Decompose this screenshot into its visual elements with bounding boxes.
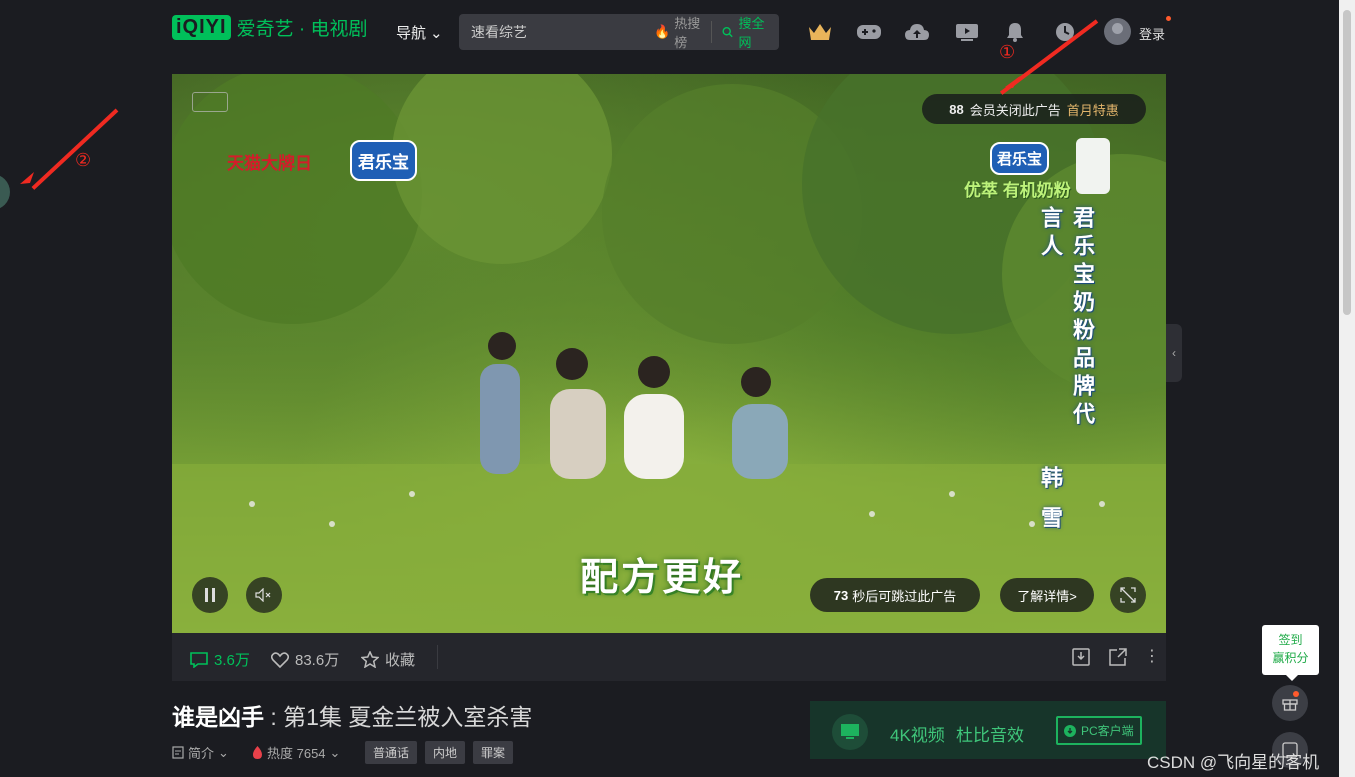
logo-mark: iQIYI [172,15,231,40]
annotation-arrowhead-2 [20,172,34,184]
video-action-bar: 3.6万 83.6万 收藏 ⋮ [172,633,1166,681]
hot-label: 热搜榜 [674,16,701,50]
nav-label: 导航 [396,25,427,42]
likes-count: 83.6万 [295,652,340,669]
episode-title: 谁是凶手 : 第1集 夏金兰被入室杀害 [172,698,532,732]
collect-label: 收藏 [385,652,416,669]
flame-icon: 🔥 [654,24,671,39]
chevron-down-icon: ⌄ [218,744,229,760]
mute-button[interactable] [246,577,282,613]
comments-count: 3.6万 [214,652,250,669]
promo-dolby: 杜比音效 [956,726,1024,745]
ad-slogan: 配方更好 [580,557,745,599]
fullscreen-icon [1120,587,1136,603]
member-offer-text: 首月特惠 [1066,102,1119,118]
search-bar: 🔥 热搜榜 搜全网 [459,14,779,50]
signin-line1: 签到 [1278,633,1303,647]
brand-logo-right: 君乐宝 [990,142,1050,175]
video-icon[interactable] [954,20,980,44]
channel-title: 爱奇艺 · 电视剧 [236,19,368,40]
annotation-label-2: ② [75,150,92,170]
skip-ad-countdown[interactable]: 73 秒后可跳过此广告 [810,578,980,612]
collapse-panel-tab[interactable]: ‹ [1166,324,1182,382]
pause-icon [205,588,215,602]
title-separator: : [264,704,284,730]
search-input[interactable] [459,23,654,41]
gift-notification-dot [1293,691,1299,697]
comments-button[interactable]: 3.6万 [190,649,250,670]
star-icon [361,651,379,668]
login-link[interactable]: 登录 [1139,24,1165,43]
document-icon [172,746,184,759]
more-options-icon[interactable]: ⋮ [1144,646,1160,666]
skip-text: 秒后可跳过此广告 [852,588,957,604]
monitor-icon [832,714,868,750]
episode-name: 第1集 夏金兰被入室杀害 [283,704,533,730]
member-badge: 88 [949,101,964,117]
member-close-ad-text: 会员关闭此广告 [969,102,1061,118]
member-close-ad-button[interactable]: 88 会员关闭此广告 首月特惠 [922,94,1146,124]
intro-toggle[interactable]: 简介 ⌄ [172,743,229,762]
divider [437,645,438,669]
pause-button[interactable] [192,577,228,613]
chevron-down-icon: ⌄ [430,24,443,42]
game-icon[interactable] [856,20,882,44]
collect-button[interactable]: 收藏 [361,649,415,670]
volume-muted-icon [255,588,271,602]
pc-client-promo[interactable]: 4K视频 杜比音效 PC客户端 [810,701,1166,759]
comment-icon [190,651,208,668]
tag-genre[interactable]: 罪案 [473,741,514,764]
heat-indicator[interactable]: 热度 7654 ⌄ [252,743,340,762]
heart-icon [271,651,289,668]
promo-4k: 4K视频 [890,726,945,745]
milk-can-image [1076,138,1110,194]
tmall-brand-logo: 天猫大牌日 [227,154,312,173]
share-icon[interactable] [1109,648,1127,669]
learn-more-button[interactable]: 了解详情> [1000,578,1094,612]
fullscreen-button[interactable] [1110,577,1146,613]
flame-icon [253,746,262,759]
signin-tooltip[interactable]: 签到 赢积分 [1262,625,1319,681]
video-player[interactable]: 88 会员关闭此广告 首月特惠 天猫大牌日 君乐宝 君乐宝 优萃 有机奶粉 君乐… [172,74,1166,633]
scrollbar-thumb[interactable] [1343,10,1351,315]
avatar[interactable] [1104,18,1131,45]
skip-count: 73 [833,587,849,603]
heat-value: 热度 7654 [267,746,326,761]
bell-icon[interactable] [1002,20,1028,44]
pc-client-button[interactable]: PC客户端 [1056,716,1142,745]
search-all-button[interactable]: 搜全网 [711,16,779,50]
show-title[interactable]: 谁是凶手 [172,704,264,730]
left-floating-tab[interactable] [0,174,10,210]
notification-dot [1166,16,1171,21]
iqiyi-logo[interactable]: iQIYI 爱奇艺 · 电视剧 [172,14,367,41]
annotation-label-1: ① [999,42,1016,62]
like-button[interactable]: 83.6万 [271,649,339,670]
chevron-left-icon: ‹ [1172,346,1176,360]
nav-menu[interactable]: 导航 ⌄ [396,22,443,43]
tag-region[interactable]: 内地 [425,741,466,764]
vip-crown-icon[interactable] [807,20,833,44]
search-button-label: 搜全网 [738,16,765,50]
tag-language[interactable]: 普通话 [365,741,418,764]
intro-label: 简介 [188,746,215,761]
download-circle-icon [1064,724,1076,737]
search-icon [722,26,734,38]
signin-line2: 赢积分 [1272,651,1309,665]
pc-client-label: PC客户端 [1081,724,1134,738]
annotation-arrowhead-1 [1005,76,1020,88]
subtitle-icon [192,92,228,112]
gift-button[interactable] [1272,685,1308,721]
download-icon[interactable] [1072,648,1090,669]
csdn-watermark: CSDN @飞向星的客机 [1147,753,1320,772]
spokesperson-name: 韩 雪 [1038,466,1063,535]
product-slogan: 优萃 有机奶粉 [964,181,1071,200]
chevron-down-icon: ⌄ [329,744,341,760]
gift-icon [1282,699,1298,711]
spokesperson-text: 君乐宝奶粉品牌代言人 [1038,206,1095,430]
cloud-upload-icon[interactable] [904,20,930,44]
brand-logo-left: 君乐宝 [350,140,417,181]
hot-search-button[interactable]: 🔥 热搜榜 [654,13,711,51]
